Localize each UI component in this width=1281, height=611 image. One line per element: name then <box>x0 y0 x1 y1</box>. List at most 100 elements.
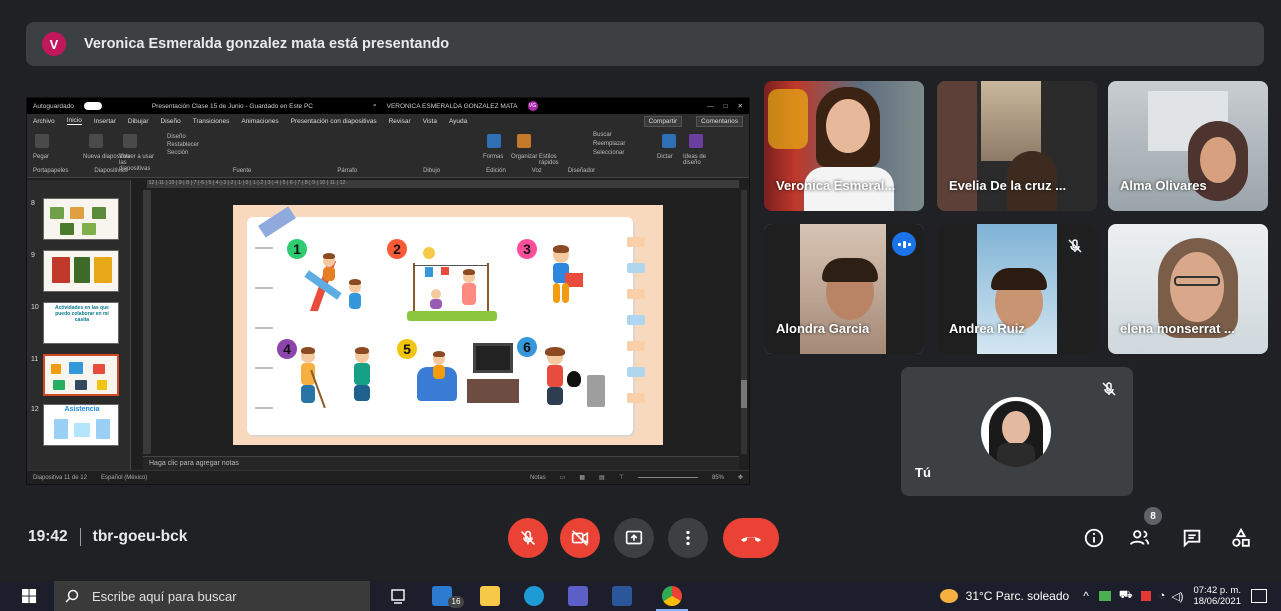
ribbon-label-design-ideas: Ideas de diseño <box>683 154 707 166</box>
tab-diseno[interactable]: Diseño <box>161 118 181 125</box>
participant-tile-speaking[interactable]: Alondra Garcia <box>764 224 924 354</box>
slide-thumbnail-9[interactable] <box>43 250 119 292</box>
network-icon[interactable] <box>1098 591 1111 601</box>
thumb-number: 9 <box>31 252 35 259</box>
language-label[interactable]: Español (México) <box>101 475 147 481</box>
design-ideas-icon[interactable] <box>689 134 703 148</box>
tab-revisar[interactable]: Revisar <box>389 118 411 125</box>
tab-insertar[interactable]: Insertar <box>94 118 116 125</box>
tab-dibujar[interactable]: Dibujar <box>128 118 149 125</box>
mic-off-icon <box>1063 234 1087 258</box>
tab-inicio[interactable]: Inicio <box>66 117 82 125</box>
illustration-tidy-toys <box>537 243 597 323</box>
ribbon-label-select[interactable]: Seleccionar <box>593 150 624 156</box>
self-name: Tú <box>915 465 931 480</box>
taskbar-clock[interactable]: 07:42 p. m. 18/06/2021 <box>1193 585 1241 607</box>
chat-button[interactable] <box>1178 524 1206 552</box>
participant-tile[interactable]: Andrea Ruiz <box>937 224 1097 354</box>
slide-thumbnail-10[interactable]: Actividades en las que puedo colaborar e… <box>43 302 119 344</box>
meet-window: V Veronica Esmeralda gonzalez mata está … <box>0 0 1281 611</box>
more-options-button[interactable] <box>668 518 708 558</box>
notes-pane[interactable]: Haga clic para agregar notas <box>143 456 739 470</box>
autosave-toggle[interactable] <box>83 102 102 110</box>
meeting-details-button[interactable] <box>1080 524 1108 552</box>
word-app-icon[interactable] <box>612 586 632 606</box>
notes-toggle[interactable]: Notas <box>530 475 546 481</box>
tab-animaciones[interactable]: Animaciones <box>241 118 278 125</box>
tab-presentacion[interactable]: Presentación con diapositivas <box>291 118 377 125</box>
activities-button[interactable] <box>1227 524 1255 552</box>
taskbar-search[interactable]: Escribe aquí para buscar <box>54 581 370 611</box>
ribbon-label-replace[interactable]: Reemplazar <box>593 141 625 147</box>
search-icon[interactable]: ⌕ <box>373 102 377 110</box>
normal-view-icon[interactable]: ▭ <box>560 474 566 481</box>
tab-ayuda[interactable]: Ayuda <box>449 118 467 125</box>
participant-tile[interactable]: Evelia De la cruz ... <box>937 81 1097 211</box>
dictate-icon[interactable] <box>662 134 676 148</box>
notifications-icon[interactable] <box>1251 589 1267 603</box>
camera-toggle-button[interactable] <box>560 518 600 558</box>
participant-tile[interactable]: Veronica Esmeral... <box>764 81 924 211</box>
group-voz: Voz <box>531 168 542 174</box>
participants-button[interactable] <box>1126 524 1154 552</box>
illustration-sweeping <box>291 345 401 425</box>
ribbon-label-layout[interactable]: Diseño <box>167 134 186 140</box>
tab-archivo[interactable]: Archivo <box>33 118 55 125</box>
minimize-icon[interactable]: — <box>707 103 714 110</box>
arrange-icon[interactable] <box>517 134 531 148</box>
page-tab <box>627 341 645 351</box>
slide-canvas[interactable]: 1 2 3 4 5 6 <box>233 205 663 445</box>
weather-icon[interactable] <box>939 589 958 603</box>
mic-off-icon <box>520 530 536 546</box>
reuse-slides-icon[interactable] <box>123 134 137 148</box>
ppt-user-avatar[interactable]: VG <box>527 101 538 111</box>
reading-view-icon[interactable]: ▤ <box>599 474 605 481</box>
share-button[interactable]: Compartir <box>643 115 683 127</box>
self-avatar <box>981 397 1051 467</box>
chevron-up-icon[interactable]: ^ <box>1083 589 1089 603</box>
slideshow-icon[interactable]: ⊤ <box>619 474 624 481</box>
slide-thumbnail-11[interactable] <box>43 354 119 396</box>
windows-start-icon[interactable] <box>22 589 37 609</box>
teams-app-icon[interactable] <box>568 586 588 606</box>
ribbon-label-find[interactable]: Buscar <box>593 132 612 138</box>
sorter-view-icon[interactable]: ▦ <box>579 474 585 481</box>
chrome-browser-icon[interactable] <box>662 586 682 606</box>
file-explorer-icon[interactable] <box>480 586 500 606</box>
slide-thumbnail-8[interactable] <box>43 198 119 240</box>
slide-thumbnail-12[interactable]: Asistencia <box>43 404 119 446</box>
tab-vista[interactable]: Vista <box>423 118 437 125</box>
group-edicion: Edición <box>486 168 506 174</box>
notebook-ring <box>255 247 273 249</box>
participant-tile[interactable]: elena monserrat ... <box>1108 224 1268 354</box>
notebook-ring <box>255 407 273 409</box>
illustration-living-room <box>407 343 527 423</box>
drive-icon[interactable]: ⛟ <box>1119 589 1133 603</box>
ribbon-label-section[interactable]: Sección <box>167 150 188 156</box>
close-icon[interactable]: ✕ <box>738 102 743 110</box>
maximize-icon[interactable]: □ <box>724 103 728 110</box>
tab-transiciones[interactable]: Transiciones <box>193 118 230 125</box>
present-screen-button[interactable] <box>614 518 654 558</box>
new-slide-icon[interactable] <box>89 134 103 148</box>
participant-tile[interactable]: Alma Olivares <box>1108 81 1268 211</box>
mic-toggle-button[interactable] <box>508 518 548 558</box>
paste-icon[interactable] <box>35 134 49 148</box>
antivirus-icon[interactable] <box>1140 591 1151 601</box>
volume-icon[interactable]: ◁) <box>1171 590 1183 603</box>
zoom-slider[interactable] <box>637 477 698 478</box>
scrollbar-thumb[interactable] <box>741 380 747 408</box>
thumb-title: Actividades en las que puedo colaborar e… <box>55 305 109 323</box>
weather-text[interactable]: 31°C Parc. soleado <box>966 589 1070 603</box>
leave-call-button[interactable] <box>723 518 779 558</box>
shapes-icon[interactable] <box>487 134 501 148</box>
task-view-icon[interactable] <box>388 586 408 606</box>
wifi-icon[interactable]: ◔ <box>1159 590 1166 602</box>
fit-slide-icon[interactable]: ✥ <box>738 474 743 481</box>
edge-browser-icon[interactable] <box>524 586 544 606</box>
ribbon-label-reset[interactable]: Restablecer <box>167 142 199 148</box>
self-tile[interactable]: Tú <box>901 367 1133 496</box>
vertical-scrollbar[interactable] <box>741 190 747 454</box>
thumb-title: Asistencia <box>64 406 100 413</box>
comments-button[interactable]: Comentarios <box>696 115 743 127</box>
